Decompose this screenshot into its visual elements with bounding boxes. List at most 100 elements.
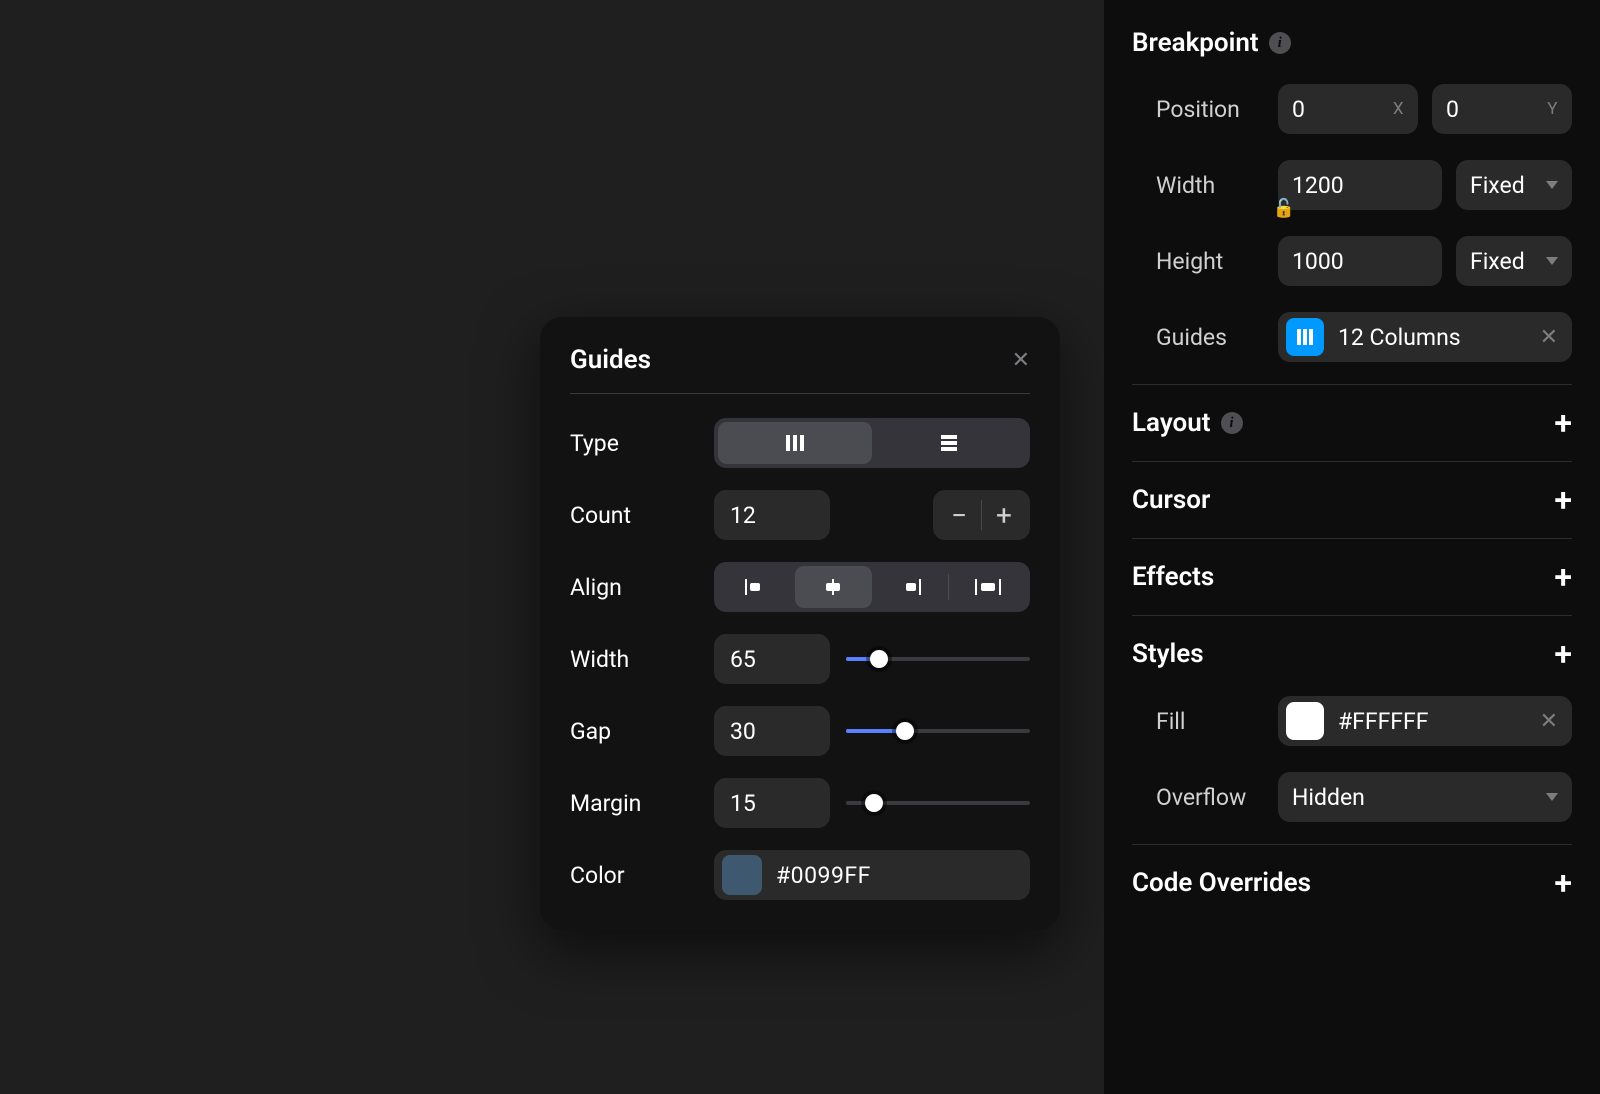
- overflow-select[interactable]: Hidden: [1278, 772, 1572, 822]
- guides-align-row: Align: [570, 562, 1030, 612]
- width-row: Width 1200 Fixed: [1132, 160, 1572, 210]
- position-x-suffix: X: [1393, 99, 1404, 119]
- styles-header: Styles +: [1132, 638, 1572, 670]
- add-style-button[interactable]: +: [1554, 638, 1572, 670]
- height-mode-select[interactable]: Fixed: [1456, 236, 1572, 286]
- align-center-option[interactable]: [795, 566, 872, 608]
- align-left-icon: [745, 579, 767, 595]
- add-effect-button[interactable]: +: [1554, 561, 1572, 593]
- gap-label: Gap: [570, 718, 698, 745]
- width-input[interactable]: 1200: [1278, 160, 1442, 210]
- align-stretch-icon: [975, 579, 1001, 595]
- guide-type-columns-option[interactable]: [718, 422, 872, 464]
- fill-chip[interactable]: #FFFFFF ✕: [1278, 696, 1572, 746]
- align-center-icon: [822, 579, 844, 595]
- close-icon[interactable]: ✕: [1012, 348, 1030, 373]
- fill-label: Fill: [1132, 708, 1264, 735]
- align-segment: [714, 562, 1030, 612]
- position-x-value: 0: [1292, 96, 1305, 123]
- guides-width-value: 65: [730, 646, 756, 673]
- position-row: Position 0 X 0 Y: [1132, 84, 1572, 134]
- layout-section: Layout i +: [1132, 385, 1572, 462]
- margin-slider[interactable]: [846, 778, 1030, 828]
- margin-value: 15: [730, 790, 756, 817]
- gap-input[interactable]: 30: [714, 706, 830, 756]
- overflow-value: Hidden: [1292, 784, 1365, 811]
- guide-type-rows-option[interactable]: [872, 422, 1026, 464]
- rows-icon: [938, 432, 960, 454]
- guides-width-input[interactable]: 65: [714, 634, 830, 684]
- position-label: Position: [1132, 96, 1264, 123]
- position-y-suffix: Y: [1547, 99, 1558, 119]
- cursor-header: Cursor +: [1132, 484, 1572, 516]
- guides-width-slider[interactable]: [846, 634, 1030, 684]
- position-x-input[interactable]: 0 X: [1278, 84, 1418, 134]
- margin-label: Margin: [570, 790, 698, 817]
- layout-title: Layout: [1132, 408, 1211, 438]
- align-left-option[interactable]: [718, 566, 795, 608]
- guides-type-row: Type: [570, 418, 1030, 468]
- breakpoint-title: Breakpoint: [1132, 28, 1259, 58]
- guides-color-row: Color #0099FF: [570, 850, 1030, 900]
- chevron-down-icon: [1546, 181, 1558, 189]
- height-input[interactable]: 1000: [1278, 236, 1442, 286]
- add-code-override-button[interactable]: +: [1554, 867, 1572, 899]
- add-layout-button[interactable]: +: [1554, 407, 1572, 439]
- info-icon[interactable]: i: [1221, 412, 1243, 434]
- remove-fill-icon[interactable]: ✕: [1540, 709, 1558, 734]
- chevron-down-icon: [1546, 793, 1558, 801]
- layout-header: Layout i +: [1132, 407, 1572, 439]
- fill-swatch: [1286, 702, 1324, 740]
- breakpoint-header: Breakpoint i: [1132, 28, 1572, 58]
- guides-count-row: Count 12 − +: [570, 490, 1030, 540]
- overflow-row: Overflow Hidden: [1132, 772, 1572, 822]
- count-input[interactable]: 12: [714, 490, 830, 540]
- cursor-section: Cursor +: [1132, 462, 1572, 539]
- guides-color-picker[interactable]: #0099FF: [714, 850, 1030, 900]
- cursor-title: Cursor: [1132, 485, 1210, 515]
- count-increment-button[interactable]: +: [982, 499, 1026, 532]
- align-right-option[interactable]: [872, 566, 949, 608]
- height-row: Height 1000 Fixed: [1132, 236, 1572, 286]
- guides-width-row: Width 65: [570, 634, 1030, 684]
- count-decrement-button[interactable]: −: [937, 499, 981, 532]
- color-hex: #0099FF: [776, 862, 871, 889]
- styles-section: Styles + Fill #FFFFFF ✕ Overflow Hidden: [1132, 616, 1572, 845]
- effects-header: Effects +: [1132, 561, 1572, 593]
- effects-section: Effects +: [1132, 539, 1572, 616]
- code-overrides-header: Code Overrides +: [1132, 867, 1572, 899]
- guides-width-label: Width: [570, 646, 698, 673]
- gap-value: 30: [730, 718, 756, 745]
- width-mode-value: Fixed: [1470, 172, 1525, 199]
- columns-icon: [784, 432, 806, 454]
- align-right-icon: [899, 579, 921, 595]
- chevron-down-icon: [1546, 257, 1558, 265]
- guides-type-segment: [714, 418, 1030, 468]
- code-overrides-section: Code Overrides +: [1132, 845, 1572, 921]
- align-stretch-option[interactable]: [949, 566, 1026, 608]
- add-cursor-button[interactable]: +: [1554, 484, 1572, 516]
- guides-label: Guides: [1132, 324, 1264, 351]
- gap-slider[interactable]: [846, 706, 1030, 756]
- align-label: Align: [570, 574, 698, 601]
- height-mode-value: Fixed: [1470, 248, 1525, 275]
- guides-chip-label: 12 Columns: [1338, 324, 1526, 351]
- code-overrides-title: Code Overrides: [1132, 868, 1311, 898]
- height-value: 1000: [1292, 248, 1344, 275]
- width-mode-select[interactable]: Fixed: [1456, 160, 1572, 210]
- position-y-value: 0: [1446, 96, 1459, 123]
- guides-chip[interactable]: 12 Columns ✕: [1278, 312, 1572, 362]
- info-icon[interactable]: i: [1269, 32, 1291, 54]
- guides-popover-title: Guides: [570, 345, 651, 375]
- inspector-panel: Breakpoint i Position 0 X 0 Y Width: [1104, 0, 1600, 1094]
- height-label: Height: [1132, 248, 1264, 275]
- breakpoint-section: Breakpoint i Position 0 X 0 Y Width: [1132, 24, 1572, 385]
- remove-guides-icon[interactable]: ✕: [1540, 325, 1558, 350]
- columns-swatch-icon: [1286, 318, 1324, 356]
- color-label: Color: [570, 862, 698, 889]
- guides-gap-row: Gap 30: [570, 706, 1030, 756]
- margin-input[interactable]: 15: [714, 778, 830, 828]
- count-value: 12: [730, 502, 756, 529]
- position-y-input[interactable]: 0 Y: [1432, 84, 1572, 134]
- fill-value: #FFFFFF: [1338, 708, 1526, 735]
